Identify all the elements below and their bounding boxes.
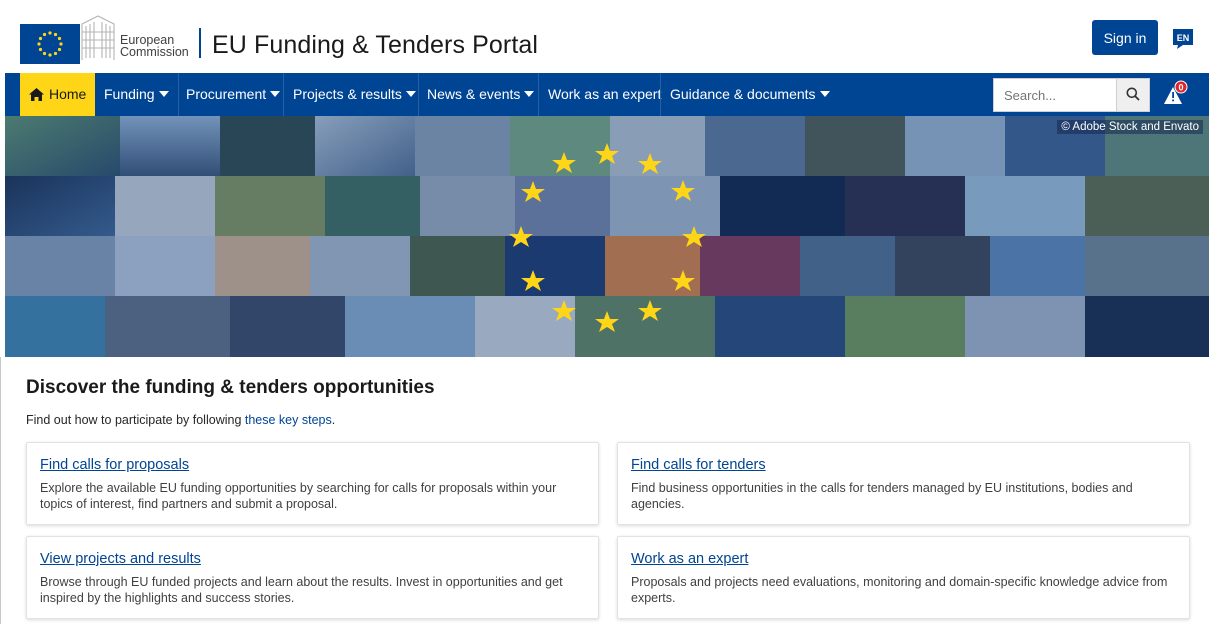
nav-divider [660,73,661,116]
nav-item-funding[interactable]: Funding [104,73,169,116]
search-button[interactable] [1116,78,1150,112]
hero-banner [5,116,1209,357]
eu-flag-icon [20,24,80,64]
page-title: Discover the funding & tenders opportuni… [26,377,435,398]
page-left-border [0,357,1,624]
intro-text-prefix: Find out how to participate by following [26,413,245,427]
card-work-as-expert[interactable]: Work as an expert Proposals and projects… [617,536,1190,619]
nav-item-procurement[interactable]: Procurement [186,73,281,116]
site-header: European Commission EU Funding & Tenders… [0,0,1209,73]
alert-icon: 0 [1164,80,1188,104]
nav-item-guidance-documents[interactable]: Guidance & documents [670,73,830,116]
search-input[interactable] [993,78,1117,112]
card-description: Find business opportunities in the calls… [631,481,1133,511]
nav-divider [283,73,284,116]
card-find-calls-for-proposals[interactable]: Find calls for proposals Explore the ava… [26,442,599,525]
nav-item-label: Projects & results [293,86,402,102]
nav-item-label: News & events [427,86,521,102]
berlaymont-building-icon [78,14,118,62]
portal-title[interactable]: EU Funding & Tenders Portal [212,31,538,60]
caret-down-icon [819,91,830,97]
nav-divider [538,73,539,116]
caret-down-icon [270,91,281,97]
nav-item-projects-results[interactable]: Projects & results [293,73,416,116]
language-code: EN [1177,33,1190,43]
card-title-link[interactable]: Work as an expert [631,551,1176,567]
nav-divider [418,73,419,116]
home-icon [29,88,44,101]
notifications-button[interactable]: 0 [1162,80,1190,108]
key-steps-link[interactable]: these key steps [245,413,332,427]
european-commission-logo[interactable]: European Commission [20,14,196,64]
photo-collage [5,116,1209,357]
intro-text-suffix: . [331,413,336,427]
caret-down-icon [158,91,169,97]
intro-text: Find out how to participate by following… [26,413,335,427]
card-title-link[interactable]: View projects and results [40,551,585,567]
sign-in-button[interactable]: Sign in [1092,20,1158,55]
nav-item-label: Funding [104,86,155,102]
nav-item-label: Guidance & documents [670,86,816,102]
nav-item-work-as-expert[interactable]: Work as an expert [548,73,661,116]
image-credit: © Adobe Stock and Envato [1057,120,1203,134]
nav-item-news-events[interactable]: News & events [427,73,535,116]
card-title-link[interactable]: Find calls for proposals [40,457,585,473]
language-selector[interactable]: EN [1171,27,1195,51]
card-description: Explore the available EU funding opportu… [40,481,557,511]
nav-item-home[interactable]: Home [20,73,95,116]
nav-item-label: Work as an expert [548,86,662,102]
card-title-link[interactable]: Find calls for tenders [631,457,1176,473]
nav-item-label: Procurement [186,86,267,102]
nav-item-label: Home [49,86,87,102]
caret-down-icon [405,91,416,97]
ec-wordmark-line2: Commission [120,45,189,59]
card-find-calls-for-tenders[interactable]: Find calls for tenders Find business opp… [617,442,1190,525]
card-description: Proposals and projects need evaluations,… [631,575,1168,605]
card-view-projects-results[interactable]: View projects and results Browse through… [26,536,599,619]
nav-divider [178,73,179,116]
ec-wordmark: European Commission [120,34,189,59]
caret-down-icon [524,91,535,97]
language-icon: EN [1173,29,1193,49]
card-description: Browse through EU funded projects and le… [40,575,563,605]
title-divider [199,28,201,58]
alert-count-badge: 0 [1178,83,1183,93]
search-icon [1126,87,1140,101]
